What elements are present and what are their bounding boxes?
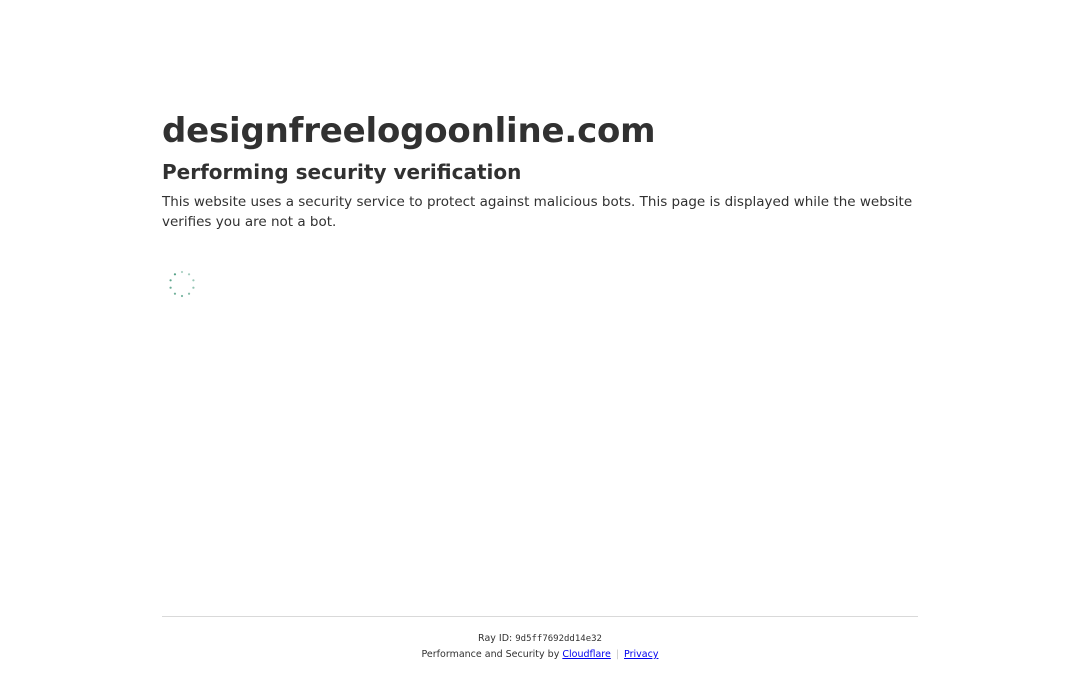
footer: Ray ID: 9d5ff7692dd14e32 Performance and… — [162, 616, 918, 662]
page-description: This website uses a security service to … — [162, 194, 913, 230]
spinner-dot — [173, 273, 177, 276]
site-name: designfreelogoonline.com — [162, 111, 656, 151]
spinner-dot — [192, 286, 195, 289]
loading-spinner-icon — [169, 270, 195, 298]
footer-separator: | — [615, 649, 620, 660]
spinner-dot — [169, 286, 172, 289]
ray-id-value: 9d5ff7692dd14e32 — [515, 634, 602, 644]
main-content: designfreelogoonline.com Performing secu… — [162, 108, 918, 232]
spinner-dot — [169, 279, 172, 282]
cloudflare-link[interactable]: Cloudflare — [562, 649, 610, 660]
page-heading: Performing security verification — [162, 160, 522, 184]
spinner-dot — [192, 279, 195, 282]
performance-text: Performance and Security by — [421, 649, 563, 660]
privacy-link[interactable]: Privacy — [624, 649, 658, 660]
spinner-dot — [180, 294, 184, 298]
spinner-dot — [173, 292, 177, 295]
ray-id-label: Ray ID: — [478, 633, 516, 644]
ray-id-line: Ray ID: 9d5ff7692dd14e32 — [162, 632, 918, 646]
spinner-dot — [187, 273, 191, 276]
performance-line: Performance and Security by Cloudflare | P… — [162, 648, 918, 662]
spinner-dot — [187, 292, 191, 295]
spinner-dot — [180, 270, 184, 274]
